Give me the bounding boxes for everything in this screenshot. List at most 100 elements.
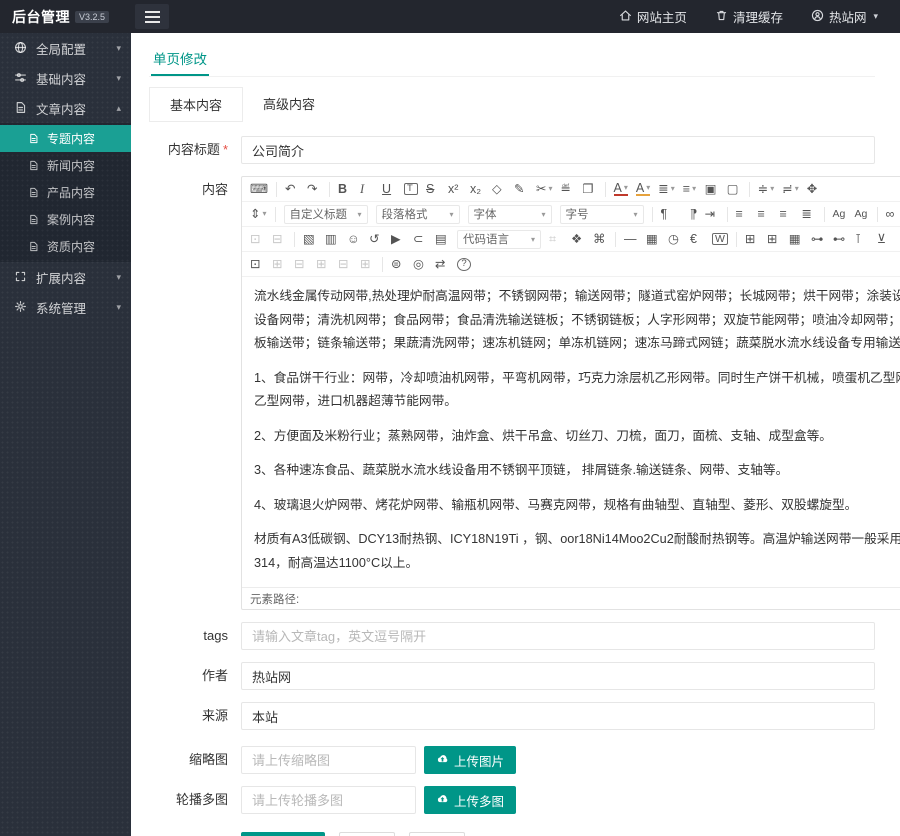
autotypeset-icon[interactable]: ✂: [536, 183, 553, 196]
strikethrough-icon[interactable]: S: [426, 183, 440, 196]
sidebar-subitem[interactable]: 新闻内容: [0, 152, 131, 179]
link-icon[interactable]: ∞: [886, 208, 900, 221]
case-lower-icon[interactable]: Ag: [855, 209, 869, 220]
dir-ltr-icon[interactable]: ¶: [661, 208, 675, 221]
author-input[interactable]: [241, 662, 875, 690]
special-char-icon[interactable]: €: [690, 233, 704, 246]
superscript-icon[interactable]: x²: [448, 183, 462, 196]
col-insert-icon[interactable]: ⊺: [855, 233, 869, 246]
sidebar-subitem[interactable]: 专题内容: [0, 125, 131, 152]
tab-single-page-edit[interactable]: 单页修改: [151, 41, 209, 76]
unordered-list-icon[interactable]: ≡: [683, 183, 697, 196]
paragraph-format-select[interactable]: 段落格式 ▾: [375, 204, 460, 224]
submit-button[interactable]: 立即提交: [241, 832, 326, 836]
font-size-select[interactable]: 字号 ▾: [559, 204, 644, 224]
title-format-icon[interactable]: T: [404, 183, 419, 195]
table-delete-icon[interactable]: ▦: [789, 233, 803, 246]
help-icon[interactable]: ?: [457, 257, 471, 271]
keyboard-icon[interactable]: ⌨: [250, 183, 268, 196]
ordered-list-icon[interactable]: ≣: [658, 183, 675, 196]
sidebar-toggle-icon[interactable]: [135, 4, 169, 29]
table-title-icon[interactable]: ⊡: [250, 258, 264, 271]
code-snippet-icon[interactable]: ❖: [571, 233, 585, 246]
table-icon[interactable]: ⊞: [745, 233, 759, 246]
video-icon[interactable]: ▶: [391, 233, 405, 246]
merge-cells-icon: ⊞: [272, 256, 283, 271]
carousel-input[interactable]: [241, 786, 416, 814]
time-icon[interactable]: ◷: [668, 233, 682, 246]
insert-frame-icon[interactable]: ▤: [435, 233, 449, 246]
row-spacing-icon[interactable]: ≑: [758, 183, 775, 196]
image-online-icon[interactable]: ▥: [325, 233, 339, 246]
back-button[interactable]: 返回: [409, 832, 466, 836]
custom-title-select[interactable]: 自定义标题 ▾: [283, 204, 368, 224]
sidebar-subitem[interactable]: 案例内容: [0, 206, 131, 233]
nav-clear-cache[interactable]: 清理缓存: [715, 7, 783, 26]
sidebar-item-4[interactable]: 系统管理 ▾: [0, 292, 131, 322]
first-indent-icon[interactable]: ≝: [561, 183, 575, 196]
font-family-select[interactable]: 字体 ▾: [467, 204, 552, 224]
author-label: 作者: [201, 668, 228, 683]
dir-rtl-icon[interactable]: ¶: [683, 207, 697, 221]
image-upload-icon[interactable]: ▧: [303, 233, 317, 246]
font-color-icon[interactable]: A: [613, 182, 628, 197]
para-spacing-icon[interactable]: ≓: [782, 183, 799, 196]
subtab-1[interactable]: 高级内容: [243, 87, 335, 122]
tags-input[interactable]: [241, 622, 875, 650]
sidebar-item-0[interactable]: 全局配置 ▾: [0, 33, 131, 63]
table-insert-icon[interactable]: ⊞: [767, 233, 781, 246]
nav-label: 热站网: [828, 11, 867, 25]
sidebar-item-3[interactable]: 扩展内容 ▾: [0, 262, 131, 292]
paste-filter-icon[interactable]: ❐: [583, 183, 597, 196]
sidebar-item-1[interactable]: 基础内容 ▾: [0, 63, 131, 93]
align-right-icon[interactable]: ≡: [780, 208, 794, 221]
sidebar-subitem[interactable]: 资质内容: [0, 233, 131, 260]
align-left-icon[interactable]: ≡: [736, 208, 750, 221]
editor-content[interactable]: 流水线金属传动网带,热处理炉耐高温网带；不锈钢网带；输送网带；隧道式窑炉网带；长…: [242, 277, 900, 587]
row-merge-icon[interactable]: ⊶: [811, 233, 825, 246]
fullscreen-icon[interactable]: ✥: [807, 183, 821, 196]
sidebar-item-2[interactable]: 文章内容 ▴: [0, 93, 131, 123]
reset-button[interactable]: 重置: [339, 832, 396, 836]
bold-icon[interactable]: B: [338, 183, 352, 196]
bg-color-icon[interactable]: A: [635, 182, 651, 197]
case-upper-icon[interactable]: Ag: [833, 209, 847, 220]
align-center-icon[interactable]: ≡: [758, 208, 772, 221]
upload-multi-button[interactable]: 上传多图: [424, 786, 517, 814]
scrawl-icon[interactable]: ↺: [369, 233, 383, 246]
clear-format-icon[interactable]: ◇: [492, 183, 506, 196]
source-input[interactable]: [241, 702, 875, 730]
date-icon[interactable]: ▦: [646, 233, 660, 246]
underline-icon[interactable]: U: [382, 183, 396, 196]
new-page-icon[interactable]: ▢: [727, 183, 741, 196]
app-title: 后台管理: [12, 8, 70, 25]
preview-icon[interactable]: ◎: [413, 258, 427, 271]
indent-icon[interactable]: ⇥: [705, 208, 719, 221]
thumbnail-input[interactable]: [241, 746, 416, 774]
col-delete-icon[interactable]: ⊻: [877, 233, 891, 246]
upload-image-button[interactable]: 上传图片: [424, 746, 517, 774]
horizontal-rule-icon[interactable]: —: [624, 233, 638, 246]
line-height-icon[interactable]: ⇕: [250, 208, 267, 221]
attachment-icon[interactable]: ⊂: [413, 233, 427, 246]
justify-icon[interactable]: ≣: [802, 208, 816, 221]
row-split-icon[interactable]: ⊷: [833, 233, 847, 246]
search-replace-icon[interactable]: ⇄: [435, 258, 449, 271]
undo-icon[interactable]: ↶: [285, 183, 299, 196]
format-painter-icon[interactable]: ✎: [514, 183, 528, 196]
code-language-select[interactable]: 代码语言 ▾: [457, 229, 541, 249]
italic-icon[interactable]: I: [360, 183, 374, 196]
sidebar-subitem[interactable]: 产品内容: [0, 179, 131, 206]
nav-user[interactable]: 热站网 ▾: [811, 7, 878, 26]
word-import-icon[interactable]: W: [712, 232, 728, 246]
toolbar-row: ⌨ ↶ ↷ BIUTSx² x₂ ◇ ✎ ✂ ≝ ❐ AA ≣ ≡ ▣ ▢ ≑ ≓ ✥: [242, 177, 900, 202]
title-input[interactable]: [241, 136, 875, 164]
print-icon[interactable]: ⊜: [391, 258, 405, 271]
subtab-0[interactable]: 基本内容: [149, 87, 244, 122]
emoji-icon[interactable]: ☺: [347, 233, 361, 246]
select-all-icon[interactable]: ▣: [705, 183, 719, 196]
redo-icon[interactable]: ↷: [307, 183, 321, 196]
formula-icon[interactable]: ⌘: [593, 233, 607, 246]
nav-home[interactable]: 网站主页: [619, 7, 687, 26]
subscript-icon[interactable]: x₂: [470, 183, 484, 196]
